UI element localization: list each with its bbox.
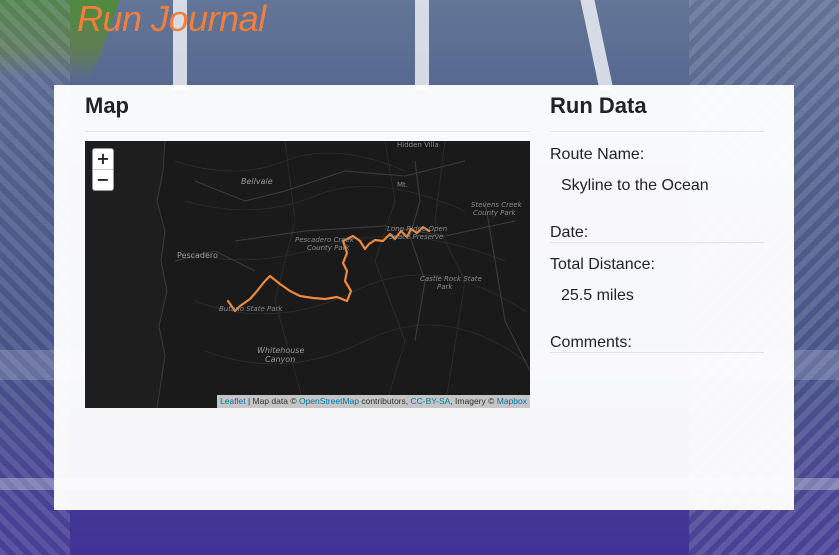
map-label: Pescadero Creek bbox=[295, 236, 354, 244]
zoom-control: + − bbox=[92, 148, 114, 191]
map-label: Whitehouse bbox=[257, 346, 305, 355]
run-data-section: Run Data Route Name: Skyline to the Ocea… bbox=[550, 91, 764, 353]
app-title: Run Journal bbox=[77, 0, 266, 39]
comments-label: Comments: bbox=[550, 334, 632, 351]
date-label: Date: bbox=[550, 224, 589, 241]
zoom-out-button[interactable]: − bbox=[93, 169, 113, 190]
route-name-value: Skyline to the Ocean bbox=[561, 177, 709, 194]
map-label: Park bbox=[437, 283, 453, 291]
map-label: Space Preserve bbox=[389, 233, 444, 241]
map-heading-divider bbox=[85, 131, 530, 132]
route-map[interactable]: + − Hidden Villa Bellvale Mt. Stevens Cr… bbox=[85, 141, 530, 408]
map-label: Stevens Creek bbox=[471, 201, 522, 209]
cc-by-sa-link[interactable]: CC-BY-SA bbox=[410, 396, 450, 406]
map-label: Canyon bbox=[265, 355, 296, 364]
run-data-heading-divider bbox=[550, 131, 764, 132]
openstreetmap-link[interactable]: OpenStreetMap bbox=[299, 396, 359, 406]
run-data-heading: Run Data bbox=[550, 93, 647, 118]
attribution-text: contributors, bbox=[358, 396, 411, 406]
background-lane-line bbox=[415, 0, 429, 90]
map-label: Long Ridge Open bbox=[387, 225, 448, 233]
zoom-in-button[interactable]: + bbox=[93, 149, 113, 169]
map-attribution: Leaflet | Map data © OpenStreetMap contr… bbox=[217, 395, 530, 408]
total-distance-value: 25.5 miles bbox=[561, 287, 634, 304]
map-label: Bellvale bbox=[241, 177, 273, 186]
mapbox-link[interactable]: Mapbox bbox=[497, 396, 527, 406]
attribution-text: | Map data © bbox=[245, 396, 299, 406]
map-label: Castle Rock State bbox=[420, 275, 482, 283]
main-card: Map + − Hidden Villa Bellvale Mt. Steven… bbox=[54, 85, 794, 510]
map-label: Butano State Park bbox=[219, 305, 283, 313]
map-label: County Park bbox=[473, 209, 516, 217]
map-label: Hidden Villa bbox=[397, 141, 439, 149]
map-label: Pescadero bbox=[177, 251, 218, 260]
total-distance-label: Total Distance: bbox=[550, 256, 655, 273]
map-label: County Park bbox=[307, 244, 350, 252]
attribution-text: , Imagery © bbox=[450, 396, 497, 406]
map-section: Map + − Hidden Villa Bellvale Mt. Steven… bbox=[85, 91, 530, 408]
background-lane-line bbox=[580, 0, 614, 90]
route-name-label: Route Name: bbox=[550, 146, 645, 163]
map-label: Mt. bbox=[397, 181, 409, 189]
map-heading: Map bbox=[85, 93, 129, 118]
leaflet-link[interactable]: Leaflet bbox=[220, 396, 246, 406]
